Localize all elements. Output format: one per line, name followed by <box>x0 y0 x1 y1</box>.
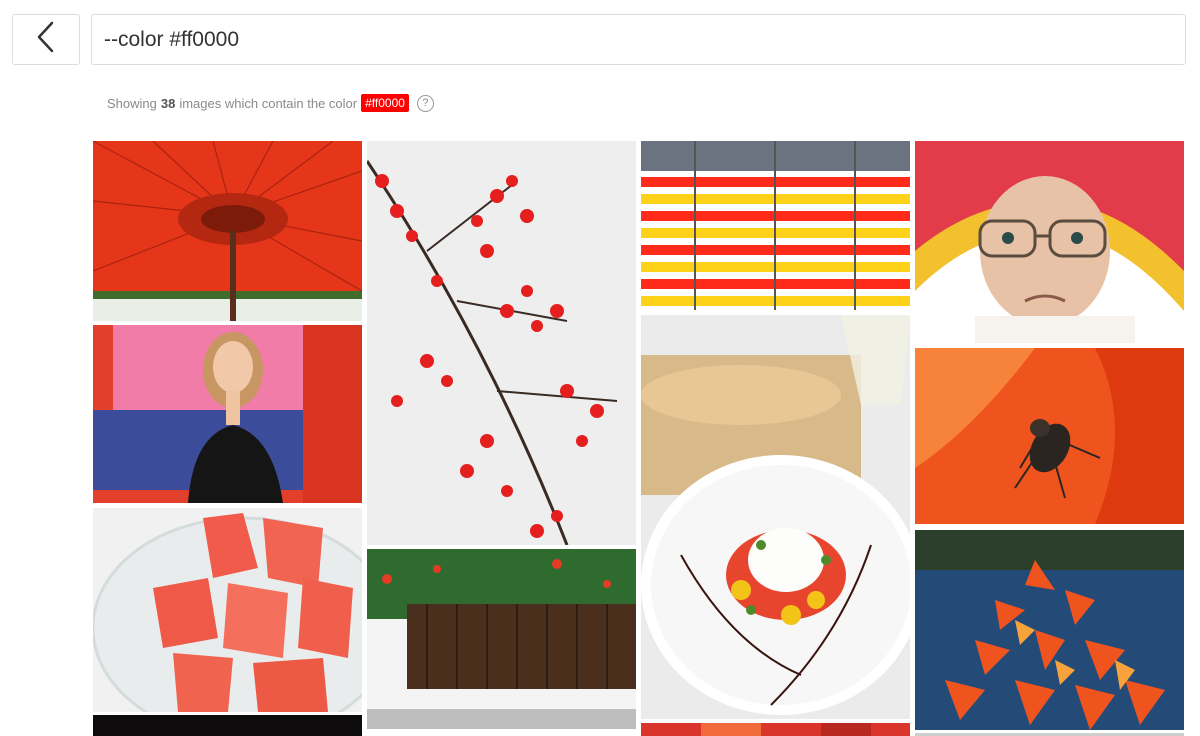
image-tile-watermelon[interactable] <box>93 508 362 712</box>
image-autumn-leaves <box>915 530 1184 730</box>
image-tile-stripes[interactable] <box>641 141 910 310</box>
image-tile-elderly-woman[interactable] <box>915 141 1184 343</box>
back-button[interactable] <box>12 14 80 65</box>
color-chip[interactable]: #ff0000 <box>361 94 409 112</box>
results-summary: Showing 38 images which contain the colo… <box>107 94 434 112</box>
image-tile-autumn-leaves[interactable] <box>915 530 1184 730</box>
image-flowers <box>641 723 910 736</box>
image-tile-salad[interactable] <box>641 315 910 719</box>
image-fly <box>915 348 1184 524</box>
image-woman <box>93 325 362 503</box>
result-count: 38 <box>160 95 176 111</box>
image-tile-berries[interactable] <box>367 141 636 545</box>
image-tile-fence[interactable] <box>367 549 636 729</box>
image-tile-fly[interactable] <box>915 348 1184 524</box>
image-berries <box>367 141 636 545</box>
image-elderly-woman <box>915 141 1184 343</box>
help-icon[interactable]: ? <box>416 94 434 112</box>
image-stripes <box>641 141 910 310</box>
image-tile-dark[interactable] <box>93 715 362 736</box>
summary-middle: images which contain the color <box>179 95 358 111</box>
image-watermelon <box>93 508 362 712</box>
image-tile-flowers[interactable] <box>641 723 910 736</box>
image-salad <box>641 315 910 719</box>
image-umbrella <box>93 141 362 321</box>
image-tile-umbrella[interactable] <box>93 141 362 321</box>
image-dark <box>93 715 362 736</box>
image-fence <box>367 549 636 729</box>
image-tile-woman[interactable] <box>93 325 362 503</box>
chevron-left-icon <box>34 20 58 59</box>
summary-prefix: Showing <box>107 95 157 111</box>
search-input[interactable] <box>91 14 1186 65</box>
